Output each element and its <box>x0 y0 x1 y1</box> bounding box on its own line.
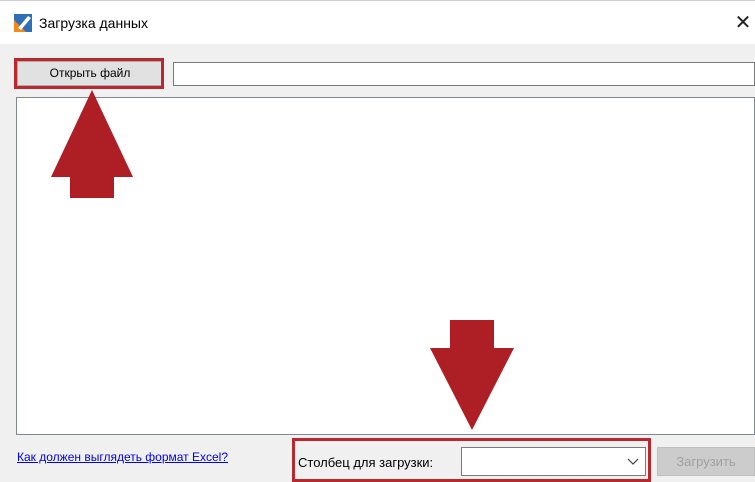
app-logo-icon <box>14 14 32 32</box>
column-dropdown[interactable] <box>461 447 646 476</box>
excel-format-help-link[interactable]: Как должен выглядеть формат Excel? <box>17 450 228 464</box>
open-file-highlight <box>14 58 164 89</box>
column-label: Столбец для загрузки: <box>298 455 434 470</box>
window-title: Загрузка данных <box>39 15 148 31</box>
load-button[interactable]: Загрузить <box>657 447 755 476</box>
file-path-input[interactable] <box>173 62 755 86</box>
close-icon[interactable]: ✕ <box>732 12 754 34</box>
up-arrow-annotation <box>51 90 133 198</box>
chevron-down-icon <box>627 458 639 465</box>
down-arrow-annotation <box>430 320 514 430</box>
title-bar: Загрузка данных ✕ <box>0 0 755 44</box>
